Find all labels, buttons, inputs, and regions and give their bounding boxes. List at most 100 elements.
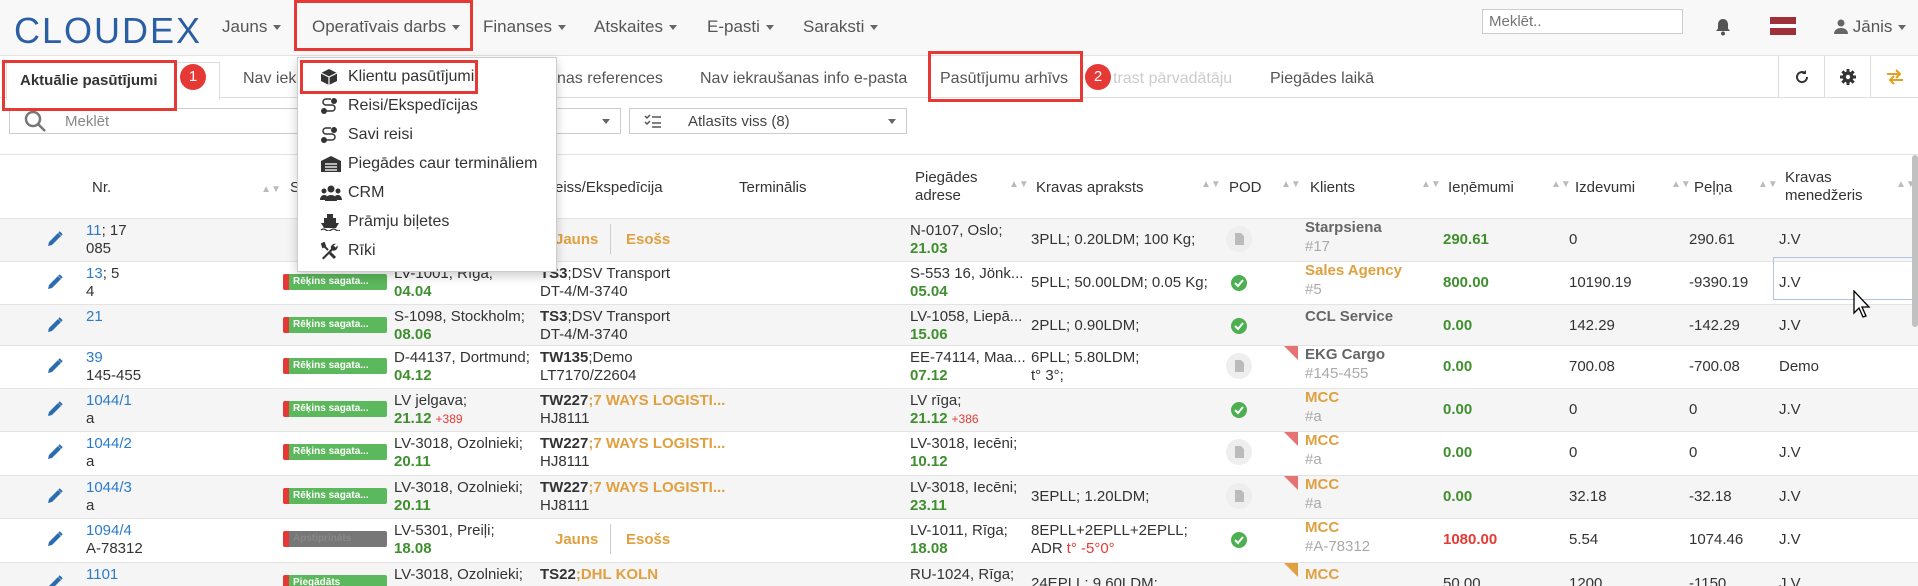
order-number[interactable]: 13; 5: [86, 265, 119, 283]
col-pelna[interactable]: Peļņa: [1694, 179, 1732, 197]
order-number[interactable]: 21: [86, 308, 103, 326]
client-name[interactable]: MCC: [1305, 566, 1339, 584]
order-number[interactable]: 1101: [86, 566, 118, 584]
menu-crm[interactable]: CRM: [348, 184, 384, 202]
trip-info[interactable]: TW227;7 WAYS LOGISTI...: [540, 479, 725, 497]
col-klients[interactable]: Klients: [1310, 179, 1355, 197]
order-number-link[interactable]: 1094/4: [86, 522, 132, 539]
tab-nav-iek[interactable]: Nav iek: [243, 70, 296, 88]
order-number-link[interactable]: 1044/2: [86, 435, 132, 452]
trip-info[interactable]: TS3;DSV Transport: [540, 308, 670, 326]
manager-value[interactable]: J.V: [1779, 231, 1801, 249]
order-number-link[interactable]: 13: [86, 265, 103, 282]
nav-e-pasti[interactable]: E-pasti: [707, 17, 774, 37]
edit-pencil-icon[interactable]: [46, 273, 64, 291]
edit-pencil-icon[interactable]: [46, 530, 64, 548]
client-name[interactable]: CCL Service: [1305, 308, 1393, 326]
client-name[interactable]: Starpsiena: [1305, 219, 1382, 237]
pod-check-icon[interactable]: [1230, 317, 1248, 335]
order-number-link[interactable]: 39: [86, 349, 103, 366]
manager-value[interactable]: J.V: [1779, 575, 1801, 586]
order-number[interactable]: 1044/2: [86, 435, 132, 453]
order-number-link[interactable]: 1101: [86, 566, 118, 583]
pod-check-icon[interactable]: [1230, 401, 1248, 419]
edit-pencil-icon[interactable]: [46, 357, 64, 375]
col-ienemumi[interactable]: Ieņēmumi: [1448, 179, 1514, 197]
user-menu[interactable]: Jānis: [1834, 17, 1907, 37]
edit-pencil-icon[interactable]: [46, 487, 64, 505]
menu-savi-reisi[interactable]: Savi reisi: [348, 126, 413, 144]
bell-icon[interactable]: [1714, 18, 1732, 36]
refresh-button[interactable]: [1778, 56, 1824, 98]
order-number[interactable]: 39: [86, 349, 103, 367]
col-piegades-adrese[interactable]: Piegādes adrese: [915, 169, 978, 205]
pod-check-icon[interactable]: [1230, 274, 1248, 292]
manager-value[interactable]: J.V: [1779, 317, 1801, 335]
menu-piegades-caur-terminaliem[interactable]: Piegādes caur termināliem: [348, 155, 537, 173]
nav-jauns[interactable]: Jauns: [222, 17, 282, 37]
pod-document-icon[interactable]: [1226, 439, 1252, 465]
manager-value[interactable]: J.V: [1779, 401, 1801, 419]
manager-value[interactable]: J.V: [1779, 444, 1801, 462]
tab-piegades-laika[interactable]: Piegādes laikā: [1270, 70, 1374, 88]
client-name[interactable]: EKG Cargo: [1305, 346, 1385, 364]
manager-value[interactable]: J.V: [1779, 488, 1801, 506]
col-terminalis[interactable]: Terminālis: [739, 179, 807, 197]
edit-pencil-icon[interactable]: [46, 574, 64, 586]
pod-document-icon[interactable]: [1226, 353, 1252, 379]
trip-info[interactable]: TW135;Demo: [540, 349, 633, 367]
order-number-link[interactable]: 1044/1: [86, 392, 132, 409]
app-logo[interactable]: CLOUDEX: [14, 10, 202, 52]
tab-nav-iekrausanas-info[interactable]: Nav iekraušanas info e-pasta: [700, 70, 907, 88]
order-number-link[interactable]: 21: [86, 308, 103, 325]
select-all-dropdown[interactable]: Atlasīts viss (8): [629, 108, 907, 134]
latvia-flag-icon[interactable]: [1770, 17, 1796, 35]
swap-button[interactable]: [1870, 56, 1918, 98]
order-number[interactable]: 1094/4: [86, 522, 132, 540]
col-kravas-apraksts[interactable]: Kravas apraksts: [1036, 179, 1144, 197]
menu-reisi-ekspedicijas[interactable]: Reisi/Ekspedīcijas: [348, 97, 478, 115]
col-pod[interactable]: POD: [1229, 179, 1262, 197]
order-number[interactable]: 1044/1: [86, 392, 132, 410]
tab-references[interactable]: nas references: [557, 70, 663, 88]
delivery-date-value: 21.12: [910, 410, 948, 427]
trip-new-button[interactable]: Jauns: [555, 531, 598, 549]
col-reiss[interactable]: eiss/Ekspedīcija: [555, 179, 663, 197]
client-name[interactable]: MCC: [1305, 432, 1339, 450]
settings-button[interactable]: [1824, 56, 1870, 98]
trip-info[interactable]: TS3;DSV Transport: [540, 265, 670, 283]
edit-pencil-icon[interactable]: [46, 230, 64, 248]
pod-document-icon[interactable]: [1226, 483, 1252, 509]
nav-finanses[interactable]: Finanses: [483, 17, 566, 37]
pod-check-icon[interactable]: [1230, 531, 1248, 549]
nav-saraksti[interactable]: Saraksti: [803, 17, 879, 37]
client-name[interactable]: MCC: [1305, 519, 1339, 537]
trip-new-button[interactable]: Jauns: [555, 231, 598, 249]
col-menedzeris[interactable]: Kravas menedžeris: [1785, 169, 1863, 205]
menu-riki[interactable]: Rīki: [348, 242, 376, 260]
scrollbar-thumb[interactable]: [1912, 155, 1918, 327]
trip-existing-button[interactable]: Esošs: [626, 531, 670, 549]
nav-atskaites[interactable]: Atskaites: [594, 17, 677, 37]
col-nr[interactable]: Nr. ▲▼: [92, 179, 281, 199]
edit-pencil-icon[interactable]: [46, 443, 64, 461]
client-name[interactable]: MCC: [1305, 476, 1339, 494]
trip-info[interactable]: TW227;7 WAYS LOGISTI...: [540, 392, 725, 410]
global-search-input[interactable]: [1482, 9, 1683, 34]
col-izdevumi[interactable]: Izdevumi: [1575, 179, 1635, 197]
trip-existing-button[interactable]: Esošs: [626, 231, 670, 249]
edit-pencil-icon[interactable]: [46, 316, 64, 334]
client-name[interactable]: MCC: [1305, 389, 1339, 407]
manager-value[interactable]: J.V: [1779, 531, 1801, 549]
client-name[interactable]: Sales Agency: [1305, 262, 1402, 280]
manager-value[interactable]: Demo: [1779, 358, 1819, 376]
menu-pramju-biletes[interactable]: Prāmju biļetes: [348, 213, 449, 231]
order-number[interactable]: 11; 17: [86, 222, 127, 240]
trip-info[interactable]: TW227;7 WAYS LOGISTI...: [540, 435, 725, 453]
edit-pencil-icon[interactable]: [46, 400, 64, 418]
pod-document-icon[interactable]: [1226, 226, 1252, 252]
order-number-link[interactable]: 1044/3: [86, 479, 132, 496]
order-number[interactable]: 1044/3: [86, 479, 132, 497]
order-number-link[interactable]: 11: [86, 222, 102, 239]
trip-info[interactable]: TS22;DHL KOLN: [540, 566, 658, 584]
